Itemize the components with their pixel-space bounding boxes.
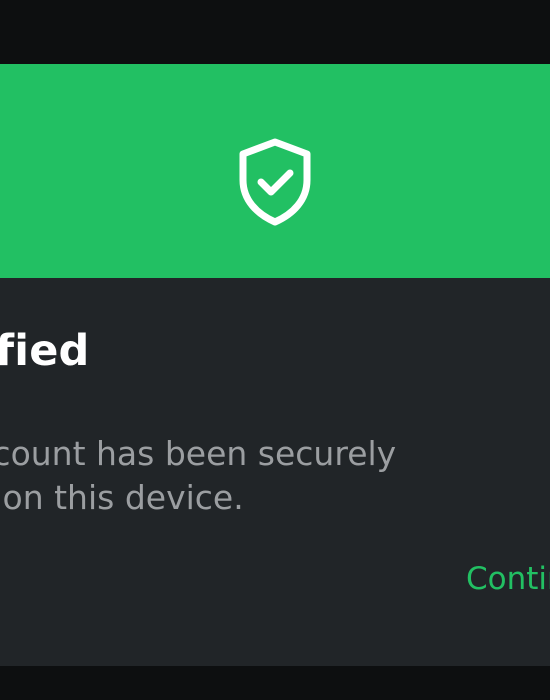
dialog-title: rified — [0, 326, 90, 376]
message-line-2: fied on this device. — [2, 478, 244, 517]
verification-dialog: rified r account has been securely fied … — [0, 64, 550, 666]
dialog-message: r account has been securely fied on this… — [0, 432, 490, 520]
dialog-header — [0, 64, 550, 278]
screen: rified r account has been securely fied … — [0, 0, 550, 700]
continue-button[interactable]: Contin — [466, 561, 550, 597]
shield-check-icon — [239, 138, 311, 226]
message-line-1: r account has been securely — [0, 434, 397, 473]
